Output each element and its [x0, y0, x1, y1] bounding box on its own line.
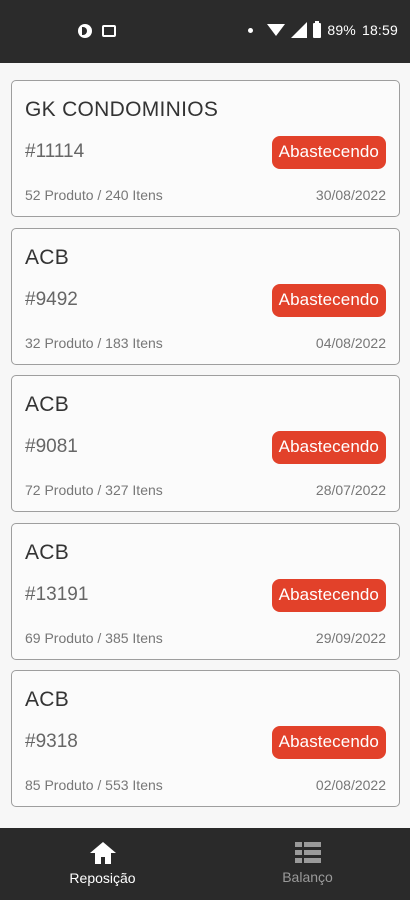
- order-title: ACB: [25, 246, 70, 269]
- wifi-icon: [267, 24, 286, 36]
- order-count: 85 Produto / 553 Itens: [25, 777, 163, 793]
- nav-item-reposicao[interactable]: Reposição: [0, 828, 205, 900]
- order-id: #11114: [25, 141, 85, 162]
- home-icon: [89, 842, 116, 864]
- order-count: 52 Produto / 240 Itens: [25, 187, 163, 203]
- order-date: 30/08/2022: [315, 187, 386, 203]
- nav-item-balanco[interactable]: Balanço: [205, 828, 410, 900]
- order-title: ACB: [25, 541, 70, 564]
- dot-icon: [248, 27, 254, 33]
- screen-notification-icon: [102, 25, 116, 37]
- nav-label-balanco: Balanço: [282, 869, 333, 885]
- status-badge: Abastecendo: [271, 431, 386, 464]
- order-title: GK CONDOMINIOS: [25, 98, 219, 121]
- list-icon: [294, 842, 321, 863]
- order-count: 72 Produto / 327 Itens: [25, 482, 163, 498]
- status-bar: 89% 18:59: [0, 0, 410, 63]
- status-right-icons: 89% 18:59: [248, 20, 398, 38]
- order-id: #13191: [25, 584, 89, 605]
- order-list[interactable]: GK CONDOMINIOS #11114 Abastecendo 52 Pro…: [0, 63, 410, 828]
- bottom-navigation: Reposição Balanço: [0, 828, 410, 900]
- status-badge: Abastecendo: [271, 136, 386, 169]
- status-badge: Abastecendo: [271, 579, 386, 612]
- order-title: ACB: [25, 688, 70, 711]
- order-count: 69 Produto / 385 Itens: [25, 630, 163, 646]
- order-card[interactable]: ACB #9318 Abastecendo 85 Produto / 553 I…: [11, 670, 400, 807]
- order-date: 04/08/2022: [315, 335, 386, 351]
- status-left-icons: [78, 24, 116, 38]
- order-title: ACB: [25, 393, 70, 416]
- order-card[interactable]: GK CONDOMINIOS #11114 Abastecendo 52 Pro…: [11, 80, 400, 217]
- clock: 18:59: [361, 22, 398, 38]
- order-date: 28/07/2022: [315, 482, 386, 498]
- status-badge: Abastecendo: [271, 726, 386, 759]
- battery-percent: 89%: [327, 22, 356, 38]
- order-card[interactable]: ACB #13191 Abastecendo 69 Produto / 385 …: [11, 523, 400, 660]
- order-id: #9081: [25, 436, 78, 457]
- signal-icon: [291, 22, 308, 38]
- order-card[interactable]: ACB #9492 Abastecendo 32 Produto / 183 I…: [11, 228, 400, 365]
- order-id: #9318: [25, 731, 78, 752]
- order-id: #9492: [25, 289, 78, 310]
- order-date: 02/08/2022: [315, 777, 386, 793]
- status-badge: Abastecendo: [271, 284, 386, 317]
- order-date: 29/09/2022: [315, 630, 386, 646]
- order-count: 32 Produto / 183 Itens: [25, 335, 163, 351]
- nav-label-reposicao: Reposição: [69, 870, 136, 886]
- order-card[interactable]: ACB #9081 Abastecendo 72 Produto / 327 I…: [11, 375, 400, 512]
- battery-icon: [313, 20, 322, 38]
- app-notification-icon: [78, 24, 92, 38]
